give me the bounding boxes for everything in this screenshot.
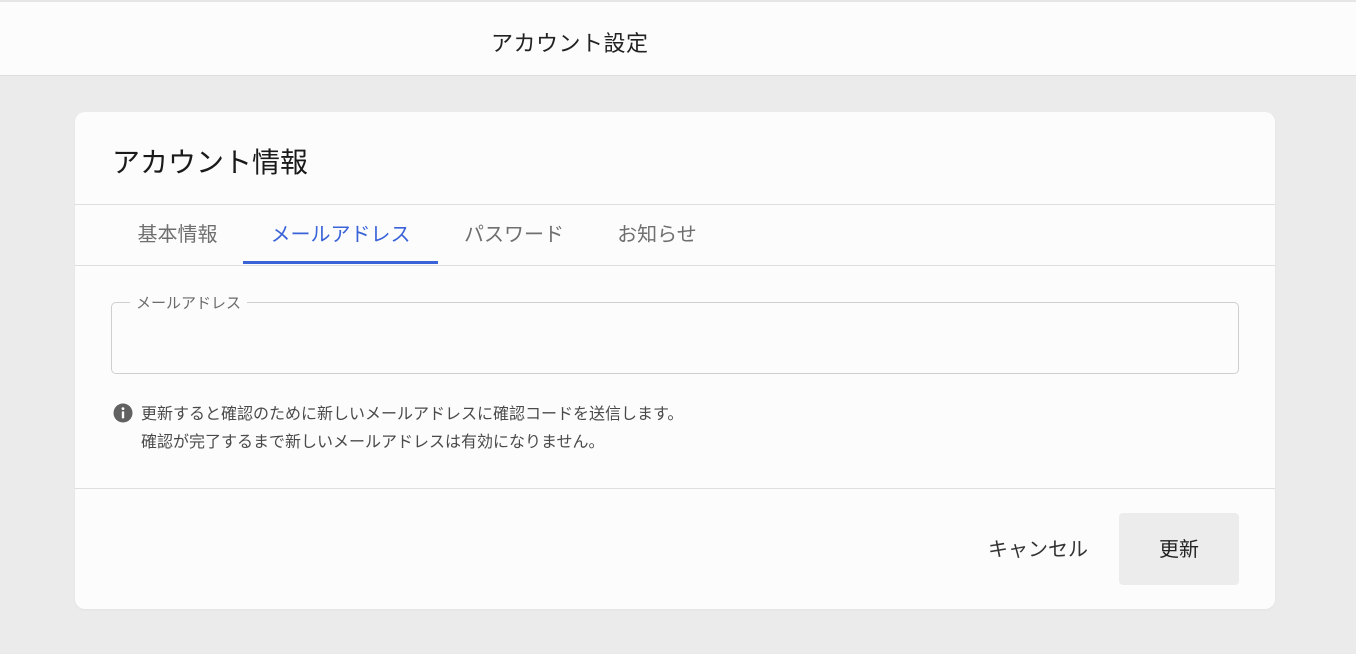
page-title: アカウント設定 [491,32,649,57]
update-button[interactable]: 更新 [1119,513,1239,585]
tab-basic-info[interactable]: 基本情報 [135,204,220,265]
account-info-card: アカウント情報 基本情報 メールアドレス パスワード お知らせ メールアドレス … [75,112,1275,609]
top-app-bar: アカウント設定 [0,0,1356,76]
tab-notifications[interactable]: お知らせ [615,204,699,265]
card-title: アカウント情報 [112,146,309,179]
info-text-line-1: 更新すると確認のために新しいメールアドレスに確認コードを送信します。 [141,404,684,423]
email-input[interactable] [112,303,1238,373]
footer-divider [75,488,1275,489]
cancel-button[interactable]: キャンセル [971,513,1105,585]
info-text-line-2: 確認が完了するまで新しいメールアドレスは有効になりません。 [141,432,605,451]
tab-password[interactable]: パスワード [461,204,567,265]
email-field[interactable]: メールアドレス [111,292,1239,374]
tab-email[interactable]: メールアドレス [243,204,438,265]
active-tab-indicator [243,261,438,264]
tabs-divider [75,265,1275,266]
info-icon [113,403,133,423]
